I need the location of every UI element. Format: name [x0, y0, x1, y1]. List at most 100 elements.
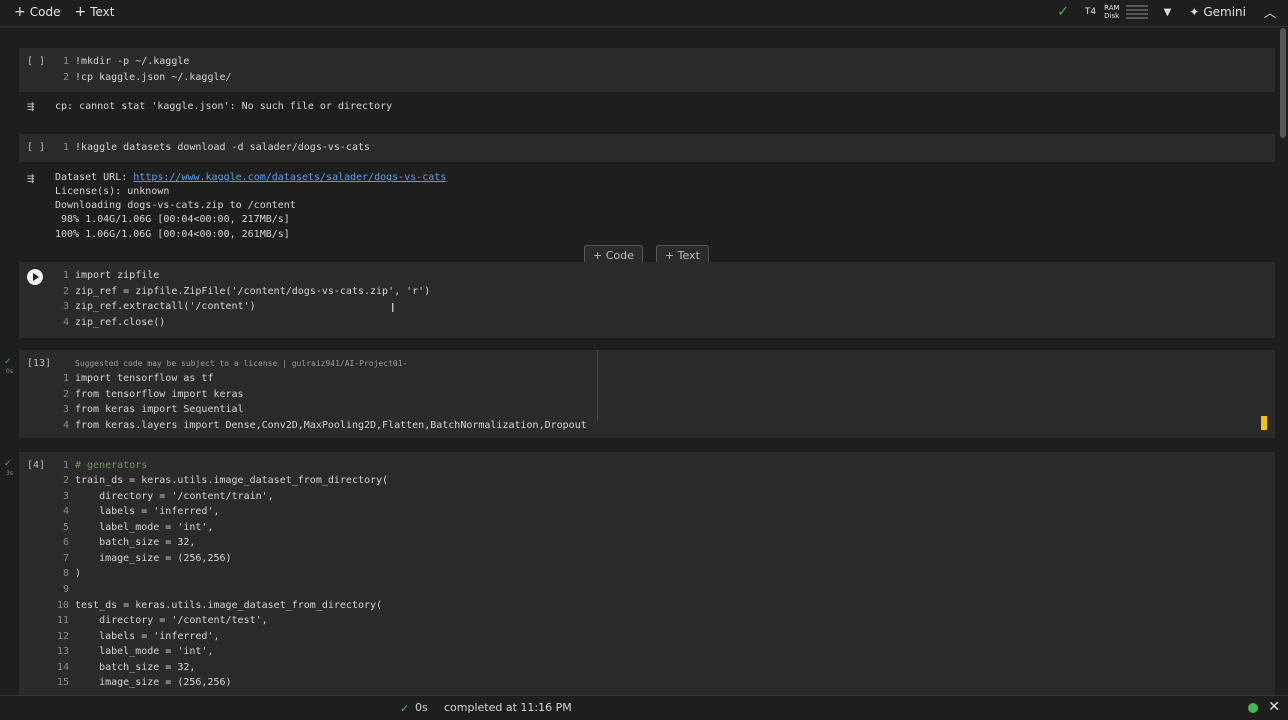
code-line: batch_size = 32,: [75, 537, 196, 548]
runtime-type[interactable]: T4: [1085, 7, 1096, 17]
code-line: train_ds = keras.utils.image_dataset_fro…: [75, 475, 389, 486]
add-text-label: Text: [90, 5, 115, 19]
code-line: test_ds = keras.utils.image_dataset_from…: [75, 600, 383, 611]
line-number: 1: [62, 56, 69, 67]
output-line: License(s): unknown: [55, 186, 170, 197]
cell-output: ⇶ cp: cannot stat 'kaggle.json': No such…: [0, 96, 1280, 118]
line-number: 3: [62, 491, 69, 502]
code-line: ): [75, 568, 82, 579]
output-toggle-icon[interactable]: ⇶: [27, 171, 34, 185]
line-number: 6: [62, 537, 69, 548]
line-number: 2: [62, 389, 69, 400]
line-number: 3: [62, 301, 69, 312]
top-toolbar: + Code + Text ✓ T4 RAM Disk ▼ ✦ Gemini ︿: [0, 0, 1288, 24]
disk-bar: [1125, 17, 1148, 19]
code-line: zip_ref.close(): [75, 317, 166, 328]
line-number: 15: [56, 677, 69, 688]
insert-code-label: Code: [605, 248, 634, 262]
code-line: directory = '/content/test',: [75, 615, 268, 626]
ram-bar: [1125, 9, 1148, 11]
collapse-chevron-up-icon[interactable]: ︿: [1264, 4, 1276, 21]
code-line: directory = '/content/train',: [75, 491, 274, 502]
add-code-button[interactable]: + Code: [14, 4, 60, 20]
resource-labels[interactable]: RAM Disk: [1104, 4, 1119, 20]
code-line: zip_ref.extractall('/content'): [75, 301, 256, 312]
output-toggle-icon[interactable]: ⇶: [27, 99, 34, 113]
code-cell[interactable]: [ ] 1 !kaggle datasets download -d salad…: [19, 134, 1275, 162]
status-check-icon: ✓: [400, 702, 410, 715]
execution-time: 0s: [6, 368, 13, 375]
ram-label: RAM: [1104, 4, 1120, 12]
scroll-position-marker: [1261, 416, 1267, 430]
plus-icon: +: [593, 248, 606, 262]
code-line: # generators: [75, 460, 148, 471]
output-line: 98% 1.04G/1.06G [00:04<00:00, 217MB/s]: [55, 214, 290, 225]
dataset-url-link[interactable]: https://www.kaggle.com/datasets/salader/…: [133, 172, 446, 183]
toolbar-divider: [0, 26, 1288, 27]
code-cell[interactable]: [4] 1 # generators 2 train_ds = keras.ut…: [19, 452, 1275, 696]
license-suggestion: Suggested code may be subject to a licen…: [75, 359, 408, 368]
connected-check-icon: ✓: [1057, 4, 1069, 20]
code-line: from keras import Sequential: [75, 404, 244, 415]
add-code-label: Code: [29, 5, 61, 19]
output-line: Dataset URL: https://www.kaggle.com/data…: [55, 172, 446, 183]
gemini-star-icon: ✦: [1189, 5, 1200, 19]
code-line: import zipfile: [75, 270, 160, 281]
output-line: 100% 1.06G/1.06G [00:04<00:00, 261MB/s]: [55, 229, 290, 240]
line-number: 4: [62, 317, 69, 328]
executed-check-icon: ✓: [4, 357, 12, 367]
line-number: 9: [62, 584, 69, 595]
code-line: !mkdir -p ~/.kaggle: [75, 56, 190, 67]
line-number: 4: [62, 420, 69, 431]
code-line: labels = 'inferred',: [75, 631, 220, 642]
line-number: 4: [62, 506, 69, 517]
resource-bars[interactable]: [1125, 5, 1148, 19]
code-line: !cp kaggle.json ~/.kaggle/: [75, 72, 232, 83]
ruler-line: [597, 350, 598, 420]
line-number: 13: [56, 646, 69, 657]
line-number: 7: [62, 553, 69, 564]
plus-icon: +: [664, 248, 678, 262]
gemini-button[interactable]: ✦ Gemini: [1189, 5, 1246, 19]
play-icon: [33, 273, 39, 281]
code-line: image_size = (256,256): [75, 553, 232, 564]
ram-bar: [1125, 5, 1148, 7]
executed-check-icon: ✓: [4, 459, 12, 469]
code-cell[interactable]: 1 import zipfile 2 zip_ref = zipfile.Zip…: [19, 262, 1275, 338]
close-icon[interactable]: ✕: [1268, 699, 1280, 715]
notebook-scrollbar[interactable]: [1280, 28, 1286, 138]
status-execution-time: 0s: [415, 701, 428, 714]
cell-output: ⇶ Dataset URL: https://www.kaggle.com/da…: [0, 168, 1280, 242]
line-number: 11: [56, 615, 69, 626]
code-line: import tensorflow as tf: [75, 373, 214, 384]
status-connected-icon: [1248, 703, 1258, 713]
output-line: Downloading dogs-vs-cats.zip to /content: [55, 200, 296, 211]
code-line: !kaggle datasets download -d salader/dog…: [75, 142, 371, 153]
run-bracket[interactable]: [13]: [27, 358, 51, 369]
output-line: cp: cannot stat 'kaggle.json': No such f…: [55, 101, 393, 112]
runtime-dropdown-icon[interactable]: ▼: [1164, 7, 1172, 18]
line-number: 12: [56, 631, 69, 642]
insert-text-label: Text: [677, 248, 700, 262]
code-line: labels = 'inferred',: [75, 506, 220, 517]
line-number: 1: [62, 373, 69, 384]
plus-icon: +: [74, 4, 87, 20]
code-cell[interactable]: [13] Suggested code may be subject to a …: [19, 350, 1275, 438]
code-line: label_mode = 'int',: [75, 646, 214, 657]
plus-icon: +: [14, 4, 26, 20]
line-number: 3: [62, 404, 69, 415]
line-number: 2: [62, 475, 69, 486]
add-text-button[interactable]: + Text: [74, 4, 114, 20]
code-line: image_size = (256,256): [75, 677, 232, 688]
line-number: 2: [62, 286, 69, 297]
line-number: 1: [62, 270, 69, 281]
code-line: zip_ref = zipfile.ZipFile('/content/dogs…: [75, 286, 431, 297]
line-number: 8: [62, 568, 69, 579]
line-number: 2: [62, 72, 69, 83]
execution-time: 3s: [6, 470, 13, 477]
line-number: 14: [56, 662, 69, 673]
code-line: from tensorflow import keras: [75, 389, 244, 400]
status-bar: ✓ 0s completed at 11:16 PM ✕: [0, 695, 1288, 720]
status-completed-text: completed at 11:16 PM: [444, 701, 572, 714]
code-cell[interactable]: [ ] 1 !mkdir -p ~/.kaggle 2 !cp kaggle.j…: [19, 48, 1275, 92]
